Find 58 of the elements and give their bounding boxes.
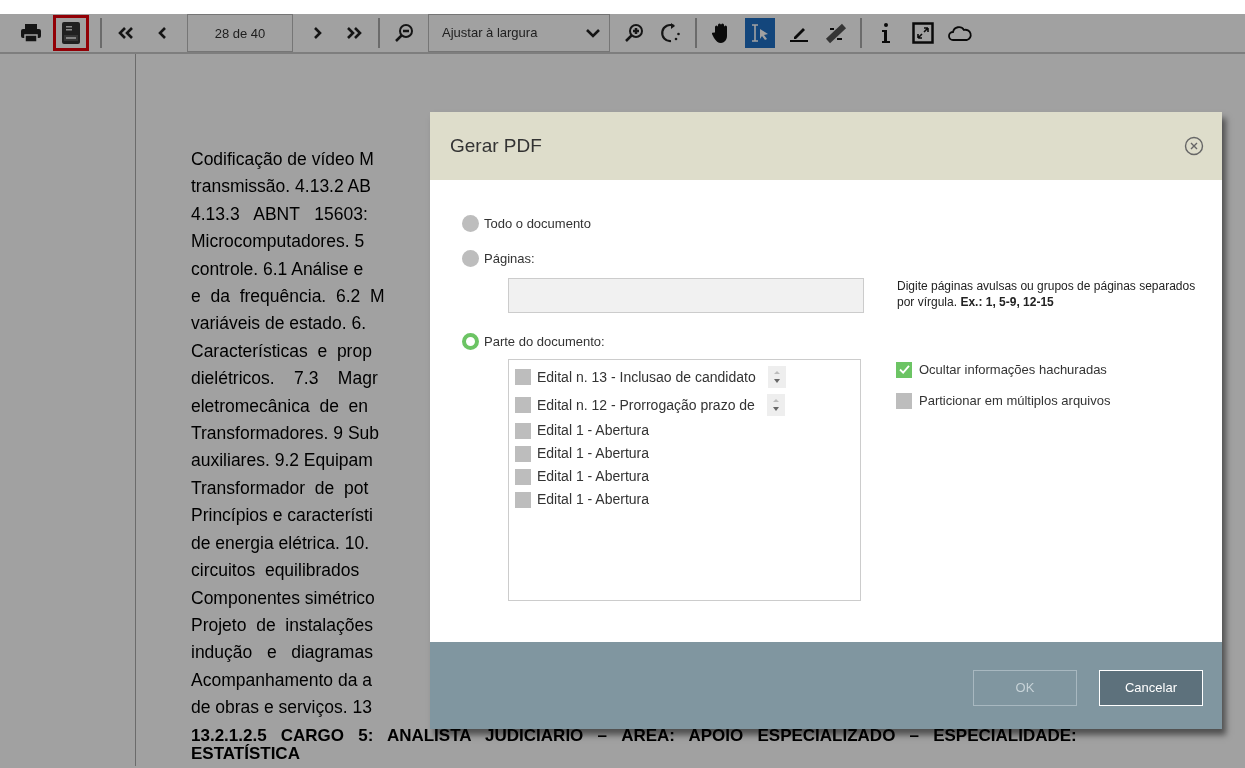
radio-button[interactable] [462,215,479,233]
radio-button[interactable] [462,250,479,268]
document-text-line: e da frequência. 6.2 M [191,285,385,309]
document-heading-line: ESTATÍSTICA [191,744,300,763]
checkbox[interactable] [515,445,531,462]
document-text-line: Transformadores. 9 Sub [191,422,380,446]
document-text-line: circuitos equilibrados [191,559,360,583]
part-label[interactable]: Edital n. 13 - Inclusao de candidato [537,368,756,386]
spinner-icon[interactable] [766,394,785,416]
document-text-line: controle. 6.1 Análise e [191,257,364,281]
checkbox[interactable] [515,491,531,508]
pages-field[interactable] [508,278,864,313]
document-text-line: de energia elétrica. 10. [191,531,370,555]
checkbox[interactable] [515,397,531,413]
checkbox[interactable] [896,392,912,409]
radio-label: Todo o documento [484,215,591,233]
checkbox-label: Ocultar informações hachuradas [919,361,1107,379]
spinner-icon[interactable] [767,366,786,388]
text-cursor-icon[interactable] [745,18,775,48]
document-text-line: auxiliares. 9.2 Equipam [191,449,373,473]
chevron-down-icon [585,27,601,39]
document-heading-line: 13.2.1.2.5 CARGO 5: ANALISTA JUDICIÁRIO – ÁREA: APOIO ESPECIALIZADO – ESPECIALIDADE: [191,726,1077,745]
close-icon[interactable] [1184,136,1204,156]
checkbox[interactable] [515,369,531,385]
checkbox[interactable] [515,468,531,485]
document-text-line: Projeto de instalações [191,613,373,637]
fullscreen-icon[interactable] [910,20,936,46]
part-label[interactable]: Edital 1 - Abertura [537,491,650,508]
document-text-line: variáveis de estado. 6. [191,312,367,336]
part-label[interactable]: Edital n. 12 - Prorrogação prazo de [537,396,755,414]
document-text-line: Codificação de vídeo M [191,148,374,171]
radio-label: Parte do documento: [484,333,605,351]
document-text-line: Microcomputadores. 5 [191,230,365,254]
document-text-line: Princípios e característi [191,504,373,528]
checkbox-label: Particionar em múltiplos arquivos [919,392,1111,410]
document-text-line: Características e prop [191,339,372,363]
checkbox[interactable] [515,422,531,439]
document-text-line: Acompanhamento da a [191,668,372,692]
document-text-line: 4.13.3 ABNT 15603: [191,202,368,226]
part-label[interactable]: Edital 1 - Abertura [537,445,650,462]
radio-button[interactable] [462,333,479,351]
document-text-line: Componentes simétrico [191,586,375,610]
zoom-select[interactable]: Ajustar à largura [428,14,610,52]
part-label[interactable]: Edital 1 - Abertura [537,422,650,439]
document-text-line: Transformador de pot [191,476,369,500]
part-label[interactable]: Edital 1 - Abertura [537,468,650,485]
dialog-title: Gerar PDF [450,133,542,158]
document-text-line: eletromecânica de en [191,394,369,418]
cancel-button[interactable]: Cancelar [1099,670,1203,706]
document-text-line: dielétricos. 7.3 Magr [191,367,378,391]
document-text-line: transmissão. 4.13.2 AB [191,175,371,199]
checkbox[interactable] [896,361,912,378]
page-field[interactable]: 28 de 40 [187,14,293,52]
pdf-icon[interactable] [53,15,89,51]
document-text-line: indução e diagramas [191,641,373,665]
radio-label: Páginas: [484,250,535,268]
hint-text: Digite páginas avulsas ou grupos de páginas separados por vírgula. Ex.: 1, 5-9, 12-15 [897,278,1197,310]
document-text-line: de obras e serviços. 13 [191,696,372,720]
